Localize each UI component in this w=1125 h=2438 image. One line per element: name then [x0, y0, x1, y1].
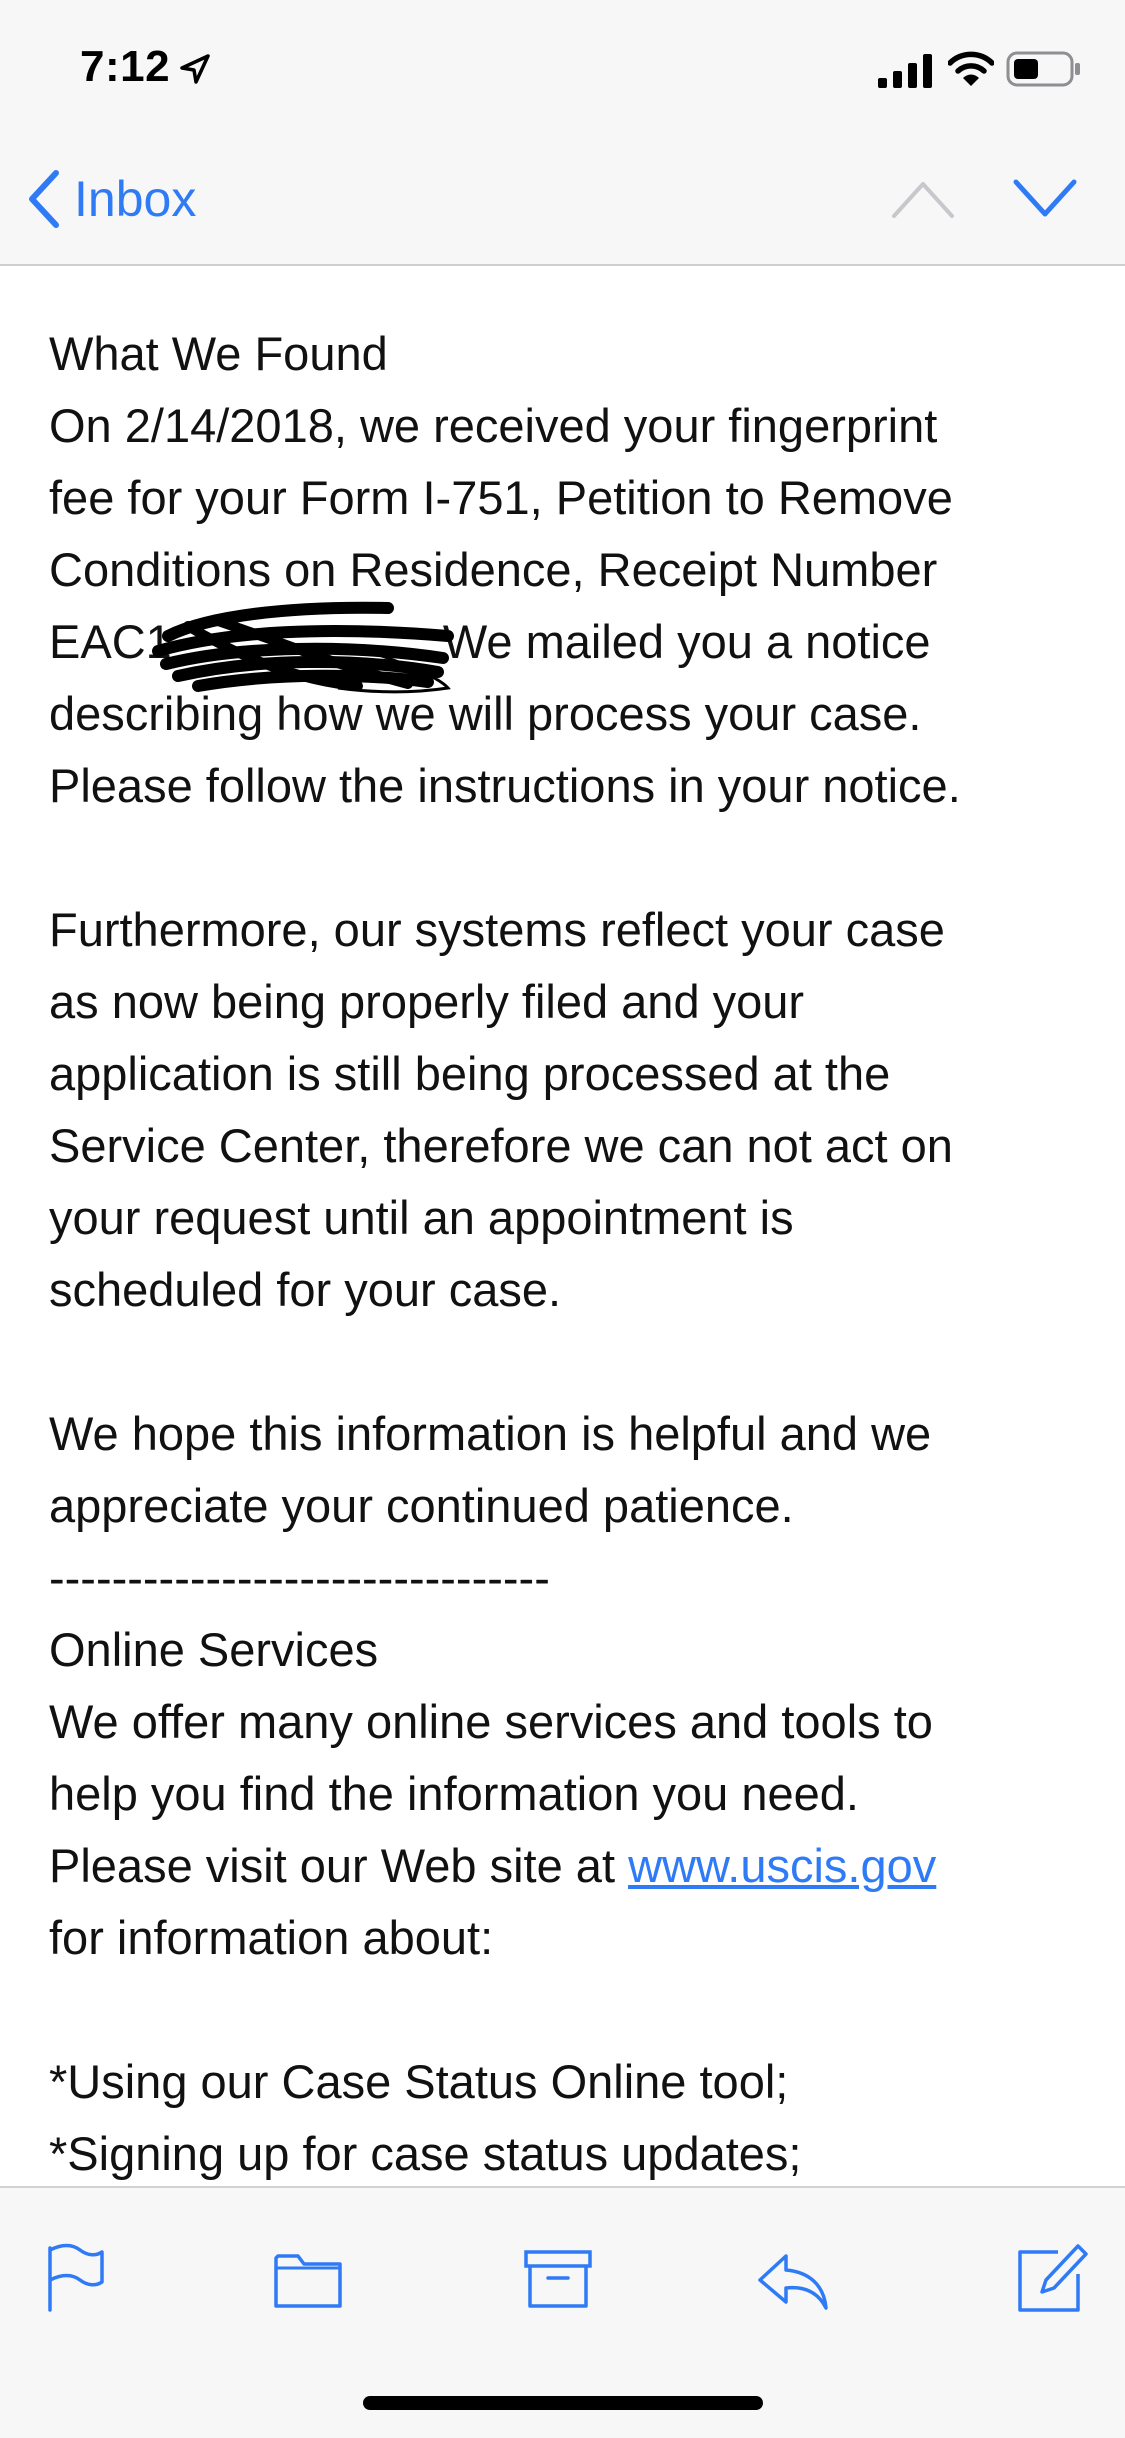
back-label: Inbox — [74, 171, 197, 227]
heading-what-we-found: What We Found — [49, 327, 388, 380]
previous-message-chevron-up-icon[interactable] — [888, 172, 958, 224]
text-line: Furthermore, our systems reflect your ca… — [49, 903, 945, 956]
text-line: Please follow the instructions in your n… — [49, 759, 961, 812]
status-time: 7:12 — [80, 42, 171, 91]
heading-online-services: Online Services — [49, 1623, 379, 1676]
text-fragment: Please visit our Web site at — [49, 1839, 629, 1892]
text-line: scheduled for your case. — [49, 1263, 562, 1316]
chevron-left-icon — [29, 170, 59, 228]
text-line: for information about: — [49, 1911, 494, 1964]
section-heading: What We Found — [49, 318, 1079, 390]
battery-icon — [1006, 51, 1080, 87]
list-item: *Signing up for case status updates; — [49, 2127, 802, 2180]
text-line: help you find the information you need. — [49, 1767, 859, 1820]
text-line: your request until an appointment is — [49, 1191, 794, 1244]
website-line: Please visit our Web site at www.uscis.g… — [49, 1830, 1079, 1902]
location-arrow-icon — [180, 54, 210, 84]
paragraph-furthermore: Furthermore, our systems reflect your ca… — [49, 894, 1079, 1326]
paragraph-closing: We hope this information is helpful and … — [49, 1398, 1079, 1686]
text-line: as now being properly filed and your — [49, 975, 805, 1028]
wifi-icon — [948, 51, 994, 86]
folder-icon[interactable] — [268, 2238, 348, 2318]
next-message-chevron-down-icon[interactable] — [1010, 172, 1080, 224]
flag-icon[interactable] — [36, 2238, 116, 2318]
text-line: On 2/14/2018, we received your fingerpri… — [49, 399, 938, 452]
nav-bar: Inbox — [0, 132, 1125, 266]
compose-icon[interactable] — [1012, 2238, 1092, 2318]
redaction-scribble — [152, 601, 454, 694]
cellular-signal-icon — [878, 54, 932, 88]
list-item: *Using our Case Status Online tool; — [49, 2055, 789, 2108]
text-line: fee for your Form I-751, Petition to Rem… — [49, 471, 953, 524]
uscis-website-link[interactable]: www.uscis.gov — [628, 1839, 936, 1892]
archive-icon[interactable] — [518, 2238, 598, 2318]
home-indicator[interactable] — [363, 2396, 763, 2410]
text-line: We offer many online services and tools … — [49, 1695, 933, 1748]
divider-line: -------------------------------- — [49, 1551, 550, 1604]
text-line: appreciate your continued patience. — [49, 1479, 794, 1532]
text-line: application is still being processed at … — [49, 1047, 891, 1100]
text-line: We hope this information is helpful and … — [49, 1407, 932, 1460]
paragraph-online-services: We offer many online services and tools … — [49, 1686, 1079, 1974]
reply-icon[interactable] — [752, 2238, 832, 2318]
text-fragment: . We mailed you a notice — [416, 615, 931, 668]
text-line: Service Center, therefore we can not act… — [49, 1119, 953, 1172]
status-bar: 7:12 — [0, 0, 1125, 132]
back-to-inbox-button[interactable]: Inbox — [22, 162, 196, 236]
bullet-list: *Using our Case Status Online tool; *Sig… — [49, 2046, 1079, 2190]
